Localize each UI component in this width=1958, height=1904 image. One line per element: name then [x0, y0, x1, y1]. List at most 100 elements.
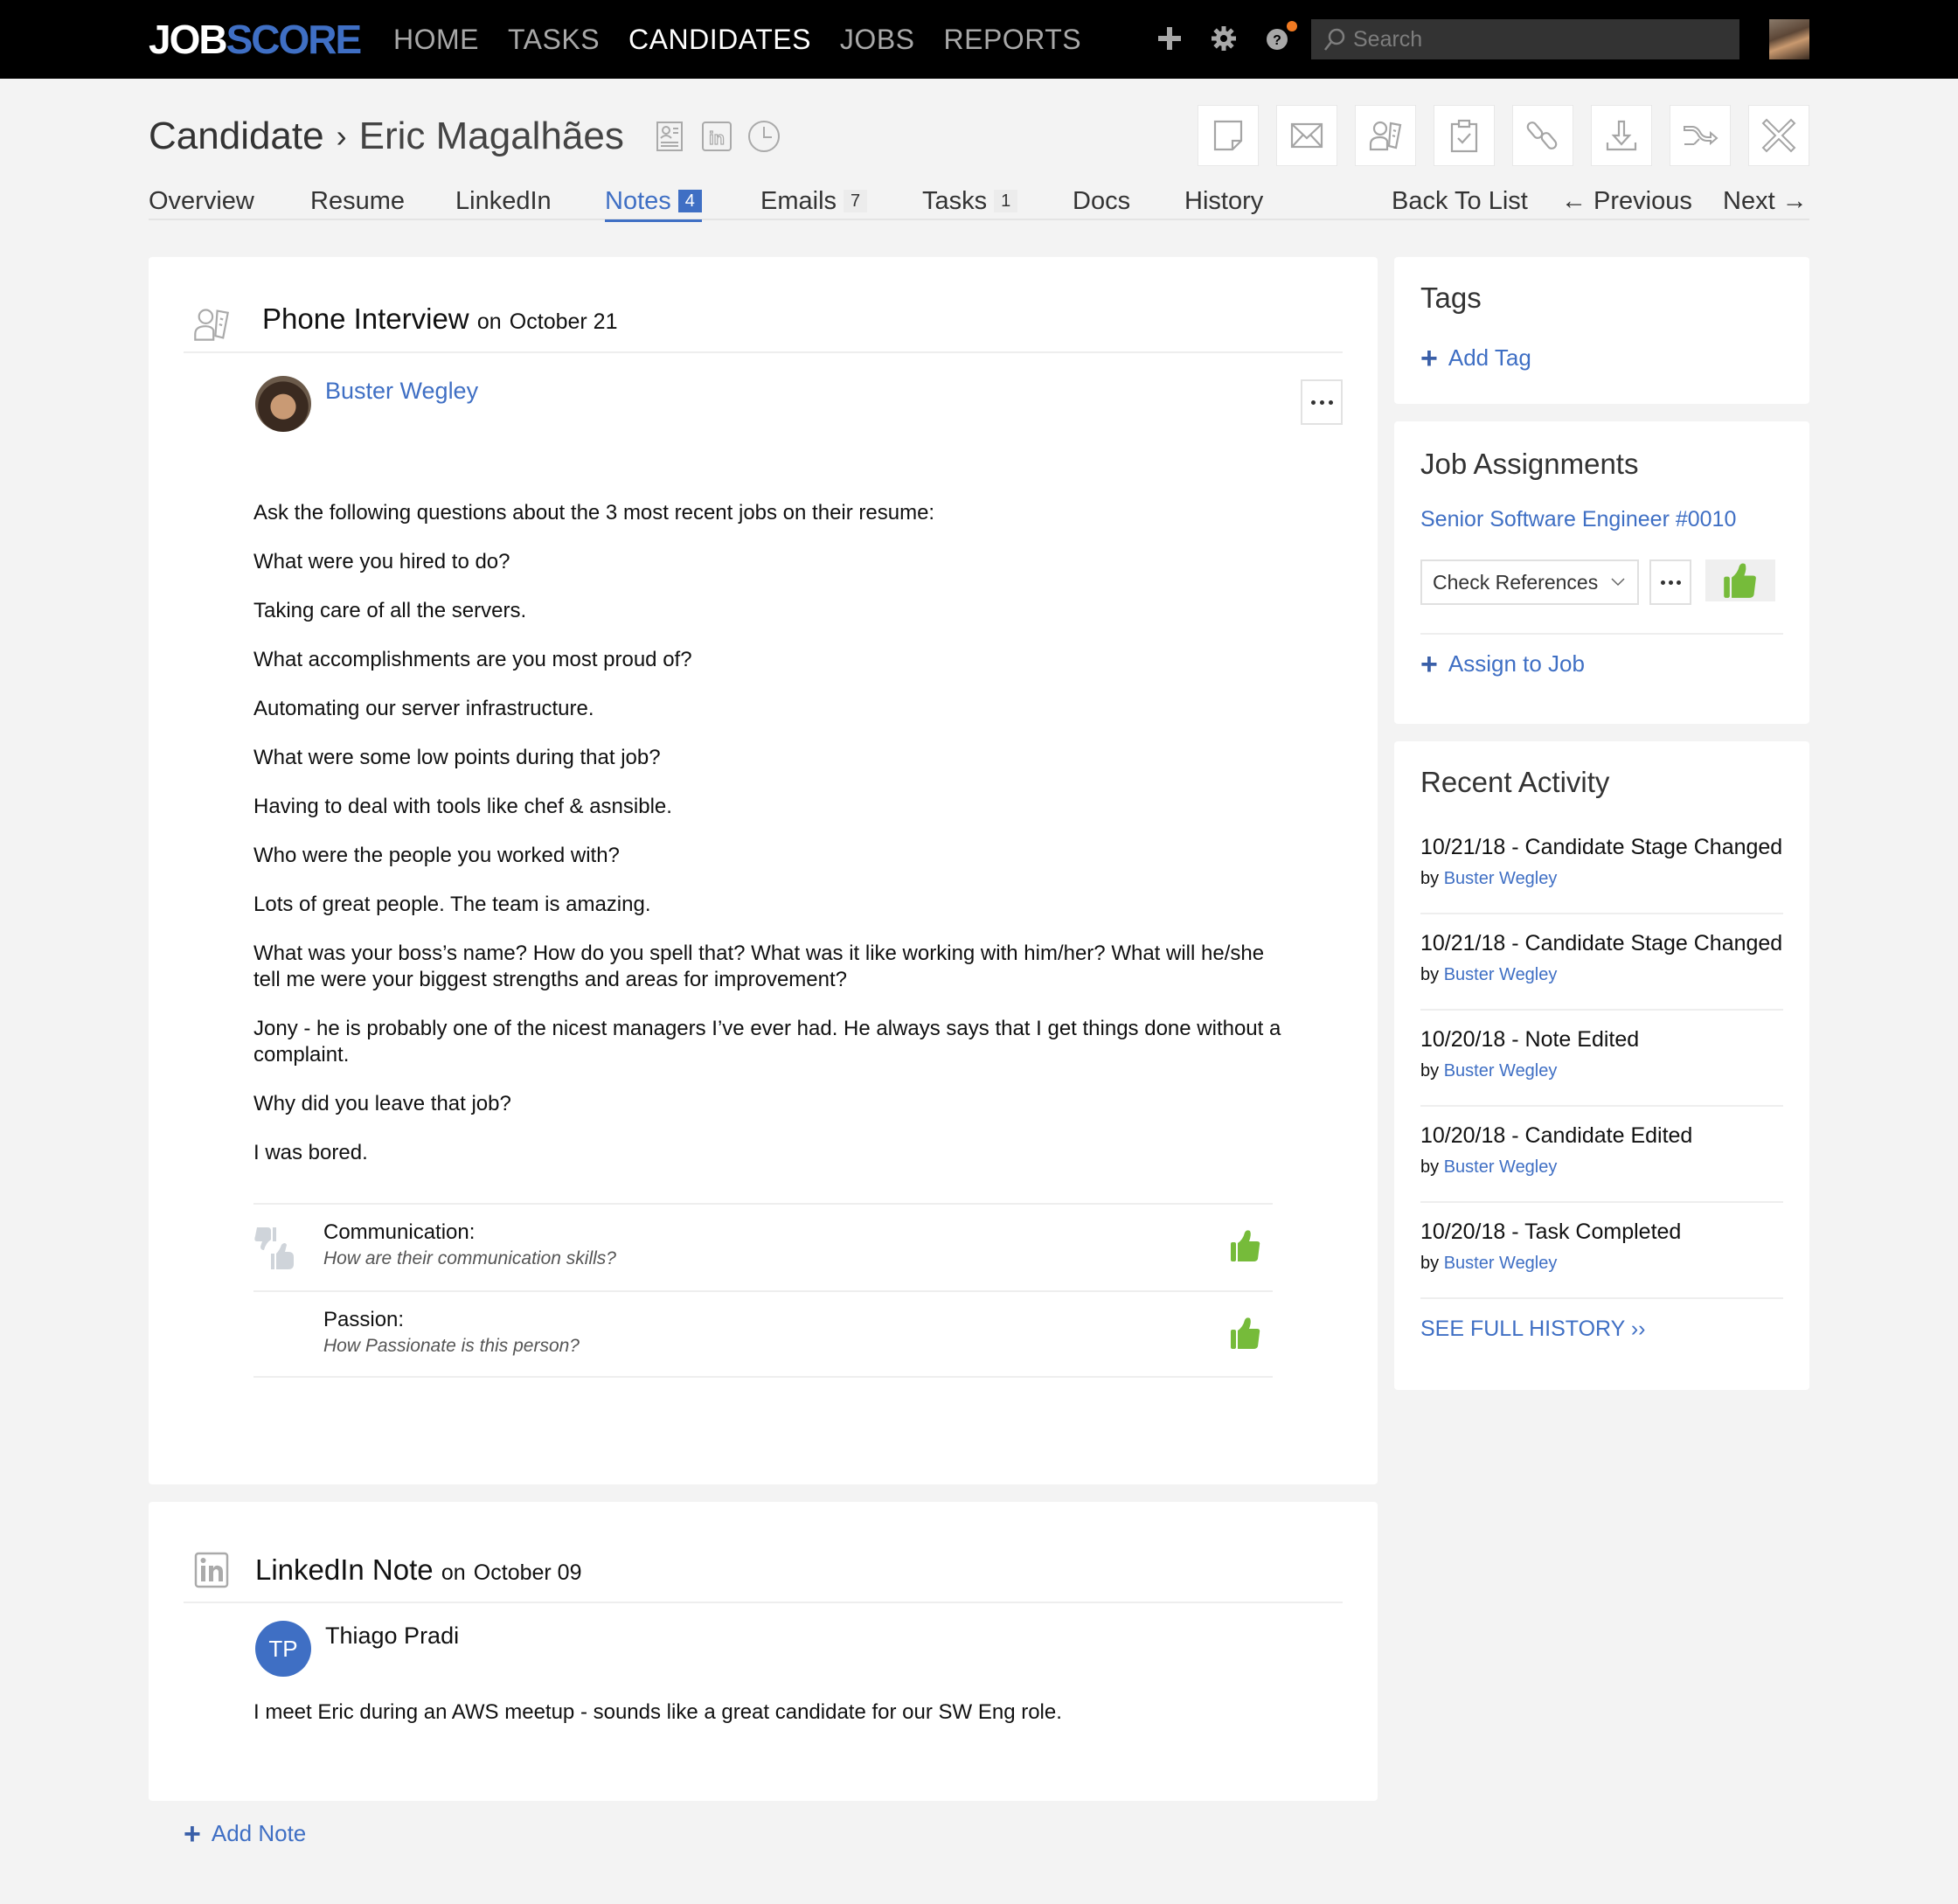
plus-icon: + — [184, 1817, 201, 1851]
help-icon[interactable]: ? — [1264, 21, 1297, 56]
back-to-list-link[interactable]: Back To List — [1392, 182, 1528, 220]
tab-resume[interactable]: Resume — [310, 182, 405, 220]
top-icons: ? — [1156, 21, 1297, 56]
activity-user-link[interactable]: Buster Wegley — [1444, 1061, 1558, 1081]
tab-label: Overview — [149, 187, 254, 215]
tab-overview[interactable]: Overview — [149, 182, 254, 220]
activity-title: 10/20/18 - Candidate Edited — [1420, 1123, 1693, 1148]
envelope-icon — [1290, 122, 1323, 149]
activity-item: 10/20/18 - Task Completed by Buster Wegl… — [1420, 1203, 1783, 1299]
note-paragraph: I meet Eric during an AWS meetup - sound… — [253, 1700, 1062, 1724]
jobscore-logo[interactable]: JOBSCORE — [149, 16, 362, 63]
nav-home[interactable]: HOME — [393, 19, 479, 59]
download-icon — [1606, 120, 1637, 151]
tab-label: Emails — [760, 187, 837, 215]
plus-icon: + — [1420, 341, 1438, 375]
tab-emails[interactable]: Emails 7 — [760, 182, 868, 220]
by-prefix: by — [1420, 869, 1440, 888]
nav-jobs[interactable]: JOBS — [840, 19, 915, 59]
add-note-label: Add Note — [211, 1820, 307, 1846]
activity-by: by Buster Wegley — [1420, 1254, 1783, 1274]
chevron-down-icon — [1611, 578, 1625, 587]
activity-title: 10/21/18 - Candidate Stage Changed — [1420, 931, 1783, 955]
dot — [1328, 400, 1333, 405]
search-box[interactable] — [1311, 19, 1739, 59]
tab-tasks[interactable]: Tasks 1 — [922, 182, 1018, 220]
interview-icon — [1369, 121, 1402, 151]
scorecard: Communication: How are their communicati… — [253, 1203, 1273, 1378]
add-note-button[interactable] — [1198, 105, 1259, 166]
activity-user-link[interactable]: Buster Wegley — [1444, 869, 1558, 888]
gear-icon[interactable] — [1210, 21, 1238, 56]
activity-user-link[interactable]: Buster Wegley — [1444, 965, 1558, 984]
note-paragraph: What accomplishments are you most proud … — [253, 648, 692, 671]
job-rating-button[interactable] — [1705, 559, 1775, 601]
candidate-tabs: Overview Resume LinkedIn Notes 4 Emails 7 … — [149, 182, 1809, 222]
note-date-prefix: on — [476, 309, 502, 334]
note-type: LinkedIn Note — [255, 1553, 434, 1586]
thumbs-up-icon — [1724, 563, 1756, 598]
activity-title: 10/20/18 - Task Completed — [1420, 1220, 1682, 1244]
dot — [1676, 580, 1681, 585]
notification-dot — [1287, 21, 1297, 31]
tab-history[interactable]: History — [1184, 182, 1263, 220]
note-paragraph: Ask the following questions about the 3 … — [253, 501, 935, 525]
activity-user-link[interactable]: Buster Wegley — [1444, 1254, 1558, 1273]
dot — [1668, 580, 1673, 585]
note-title: LinkedIn Note on October 09 — [255, 1553, 581, 1587]
search-input[interactable] — [1353, 26, 1720, 52]
previous-link[interactable]: ← Previous — [1561, 182, 1692, 220]
search-icon — [1324, 28, 1345, 51]
share-button[interactable] — [1670, 105, 1731, 166]
send-email-button[interactable] — [1276, 105, 1337, 166]
activity-user-link[interactable]: Buster Wegley — [1444, 1157, 1558, 1177]
nav-candidates[interactable]: CANDIDATES — [628, 19, 811, 59]
top-navbar: JOBSCORE HOME TASKS CANDIDATES JOBS REPO… — [0, 0, 1958, 79]
assign-to-job-link[interactable]: + Assign to Job — [1420, 650, 1585, 679]
user-avatar[interactable] — [1769, 19, 1809, 59]
tab-label: Docs — [1073, 187, 1131, 215]
job-assignments-panel: Job Assignments Senior Software Engineer… — [1394, 421, 1809, 724]
thumbs-up-icon[interactable] — [1231, 1229, 1260, 1262]
dot — [1660, 580, 1665, 585]
next-link[interactable]: Next → — [1723, 182, 1808, 220]
stage-select[interactable]: Check References — [1420, 559, 1639, 605]
note-card-phone-interview: Phone Interview on October 21 Buster Weg… — [149, 257, 1378, 1484]
plus-icon[interactable] — [1156, 21, 1184, 56]
note-author: Buster Wegley — [255, 376, 478, 432]
note-body: I meet Eric during an AWS meetup - sound… — [253, 1699, 1285, 1748]
tab-docs[interactable]: Docs — [1073, 182, 1130, 220]
activity-item: 10/21/18 - Candidate Stage Changed by Bu… — [1420, 914, 1783, 1011]
reject-button[interactable] — [1748, 105, 1809, 166]
job-more-button[interactable] — [1649, 559, 1691, 605]
add-note-link[interactable]: + Add Note — [184, 1817, 307, 1851]
add-tag-link[interactable]: + Add Tag — [1420, 341, 1531, 375]
tab-linkedin[interactable]: LinkedIn — [455, 182, 552, 220]
activity-by: by Buster Wegley — [1420, 1157, 1783, 1178]
tab-label: History — [1184, 187, 1264, 215]
breadcrumb-separator: › — [336, 118, 347, 154]
dot — [1310, 400, 1316, 405]
see-full-history-link[interactable]: SEE FULL HISTORY ›› — [1420, 1317, 1645, 1342]
download-button[interactable] — [1591, 105, 1652, 166]
add-task-button[interactable] — [1434, 105, 1495, 166]
link-button[interactable] — [1512, 105, 1573, 166]
resume-icon[interactable] — [652, 119, 687, 154]
tab-notes[interactable]: Notes 4 — [605, 182, 702, 222]
note-more-button[interactable] — [1301, 379, 1343, 425]
nav-tasks[interactable]: TASKS — [508, 19, 600, 59]
note-icon — [1213, 120, 1243, 151]
clock-icon[interactable] — [746, 119, 781, 154]
author-name-link[interactable]: Buster Wegley — [325, 378, 478, 432]
breadcrumb-candidate[interactable]: Candidate — [149, 112, 324, 161]
job-link[interactable]: Senior Software Engineer #0010 — [1420, 507, 1736, 532]
linkedin-icon[interactable]: in — [699, 119, 734, 154]
merge-arrow-icon — [1684, 126, 1718, 146]
tab-label: LinkedIn — [455, 187, 552, 215]
divider — [1420, 633, 1783, 635]
note-paragraph: Taking care of all the servers. — [253, 599, 527, 622]
thumbs-up-icon[interactable] — [1231, 1317, 1260, 1350]
note-body: Ask the following questions about the 3 … — [253, 500, 1285, 1189]
schedule-interview-button[interactable] — [1355, 105, 1416, 166]
nav-reports[interactable]: REPORTS — [944, 19, 1082, 59]
